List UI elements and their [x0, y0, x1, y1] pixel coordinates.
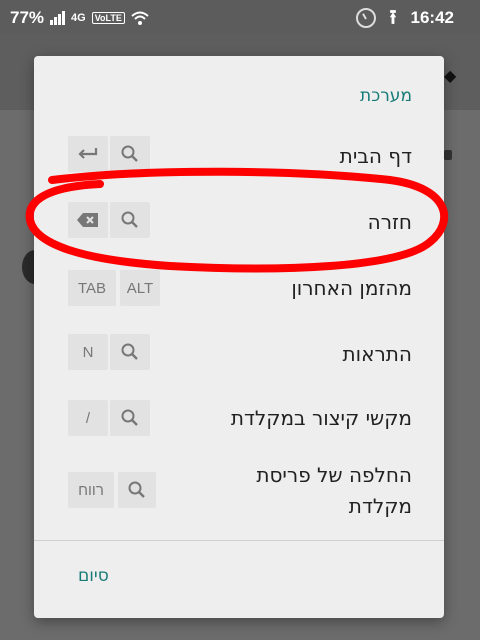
shortcut-label: התראות — [342, 342, 412, 366]
shortcut-label: מהזמן האחרון — [291, 276, 412, 300]
tab-key: TAB — [68, 270, 116, 306]
shortcut-row-notifications: התראות N — [34, 334, 444, 374]
background-arrow-icon: ◆ — [444, 66, 457, 85]
dialog-title: מערכת — [360, 86, 412, 106]
search-icon — [128, 481, 145, 498]
slash-key: / — [68, 400, 108, 436]
upload-icon: ⭱ — [389, 7, 397, 29]
enter-icon — [78, 148, 98, 159]
shortcut-label: מקשי קיצור במקלדת — [230, 406, 412, 430]
battery-percent: 77% — [10, 8, 45, 27]
shortcut-row-recents: מהזמן האחרון ALT TAB — [34, 268, 444, 308]
clock: 16:42 — [410, 8, 454, 27]
shortcut-label: חזרה — [367, 210, 412, 234]
shortcut-label-line2: מקלדת — [348, 494, 412, 518]
search-key — [118, 472, 156, 508]
shortcut-label-line1: החלפה של פריסת — [256, 463, 412, 487]
volte-badge: VoLTE — [91, 12, 125, 24]
shortcut-row-home: דף הבית — [34, 136, 444, 176]
shortcut-row-back: חזרה — [34, 202, 444, 242]
search-key — [110, 136, 150, 172]
search-key — [110, 202, 150, 238]
search-icon — [121, 145, 138, 162]
status-bar: 77% 4G VoLTE ⭱ 16:42 — [0, 0, 480, 34]
search-key — [110, 400, 150, 436]
dialog-divider — [34, 540, 444, 541]
backspace-icon — [77, 213, 98, 227]
shortcut-row-keyboard-shortcuts: מקשי קיצור במקלדת / — [34, 400, 444, 440]
signal-icon — [50, 11, 66, 25]
shortcut-label: דף הבית — [339, 144, 412, 168]
search-icon — [121, 409, 138, 426]
alarm-icon — [355, 8, 376, 28]
done-button[interactable]: סיום — [78, 566, 109, 586]
background-element — [444, 150, 452, 160]
space-key: רווח — [68, 472, 114, 508]
n-key: N — [68, 334, 108, 370]
wifi-icon — [131, 11, 149, 25]
shortcut-row-switch-layout: החלפה של פריסת מקלדת רווח — [34, 460, 444, 524]
search-icon — [121, 211, 138, 228]
enter-key — [68, 136, 108, 172]
search-icon — [121, 343, 138, 360]
alt-key: ALT — [120, 270, 160, 306]
backspace-key — [68, 202, 108, 238]
network-type: 4G — [71, 12, 86, 24]
keyboard-shortcuts-dialog: מערכת דף הבית חזרה מהזמן האחרון ALT TAB … — [34, 56, 444, 618]
search-key — [110, 334, 150, 370]
